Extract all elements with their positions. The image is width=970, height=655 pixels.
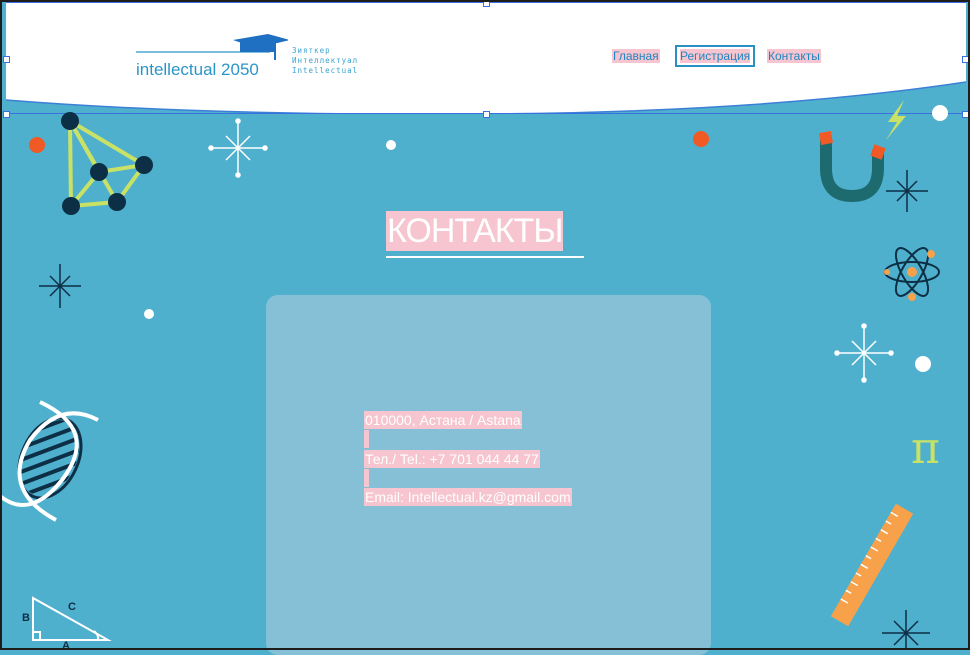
ruler-icon [830, 503, 914, 627]
contact-phone[interactable]: Тел./ Tel.: +7 701 044 44 77 [364, 450, 540, 468]
triangle-label-c: C [68, 601, 76, 613]
molecule-icon [61, 112, 153, 215]
contacts-panel [266, 295, 711, 655]
lightning-icon [886, 100, 906, 140]
dna-icon [0, 400, 99, 522]
title-underline [386, 256, 584, 258]
page-canvas: intellectual 2050 Зияткер Интеллектуал I… [0, 0, 970, 655]
contact-address: 010000, Астана / Astana [364, 411, 522, 429]
atom-icon [884, 247, 940, 301]
pi-icon: π [911, 423, 940, 474]
contact-email[interactable]: Email: Intellectual.kz@gmail.com [364, 488, 572, 506]
triangle-label-a: A [62, 640, 70, 652]
empty-line-marker [364, 430, 369, 448]
empty-line-marker [364, 469, 369, 487]
magnet-icon [819, 131, 886, 203]
triangle-label-b: B [22, 612, 30, 624]
page-title: КОНТАКТЫ [386, 211, 563, 251]
